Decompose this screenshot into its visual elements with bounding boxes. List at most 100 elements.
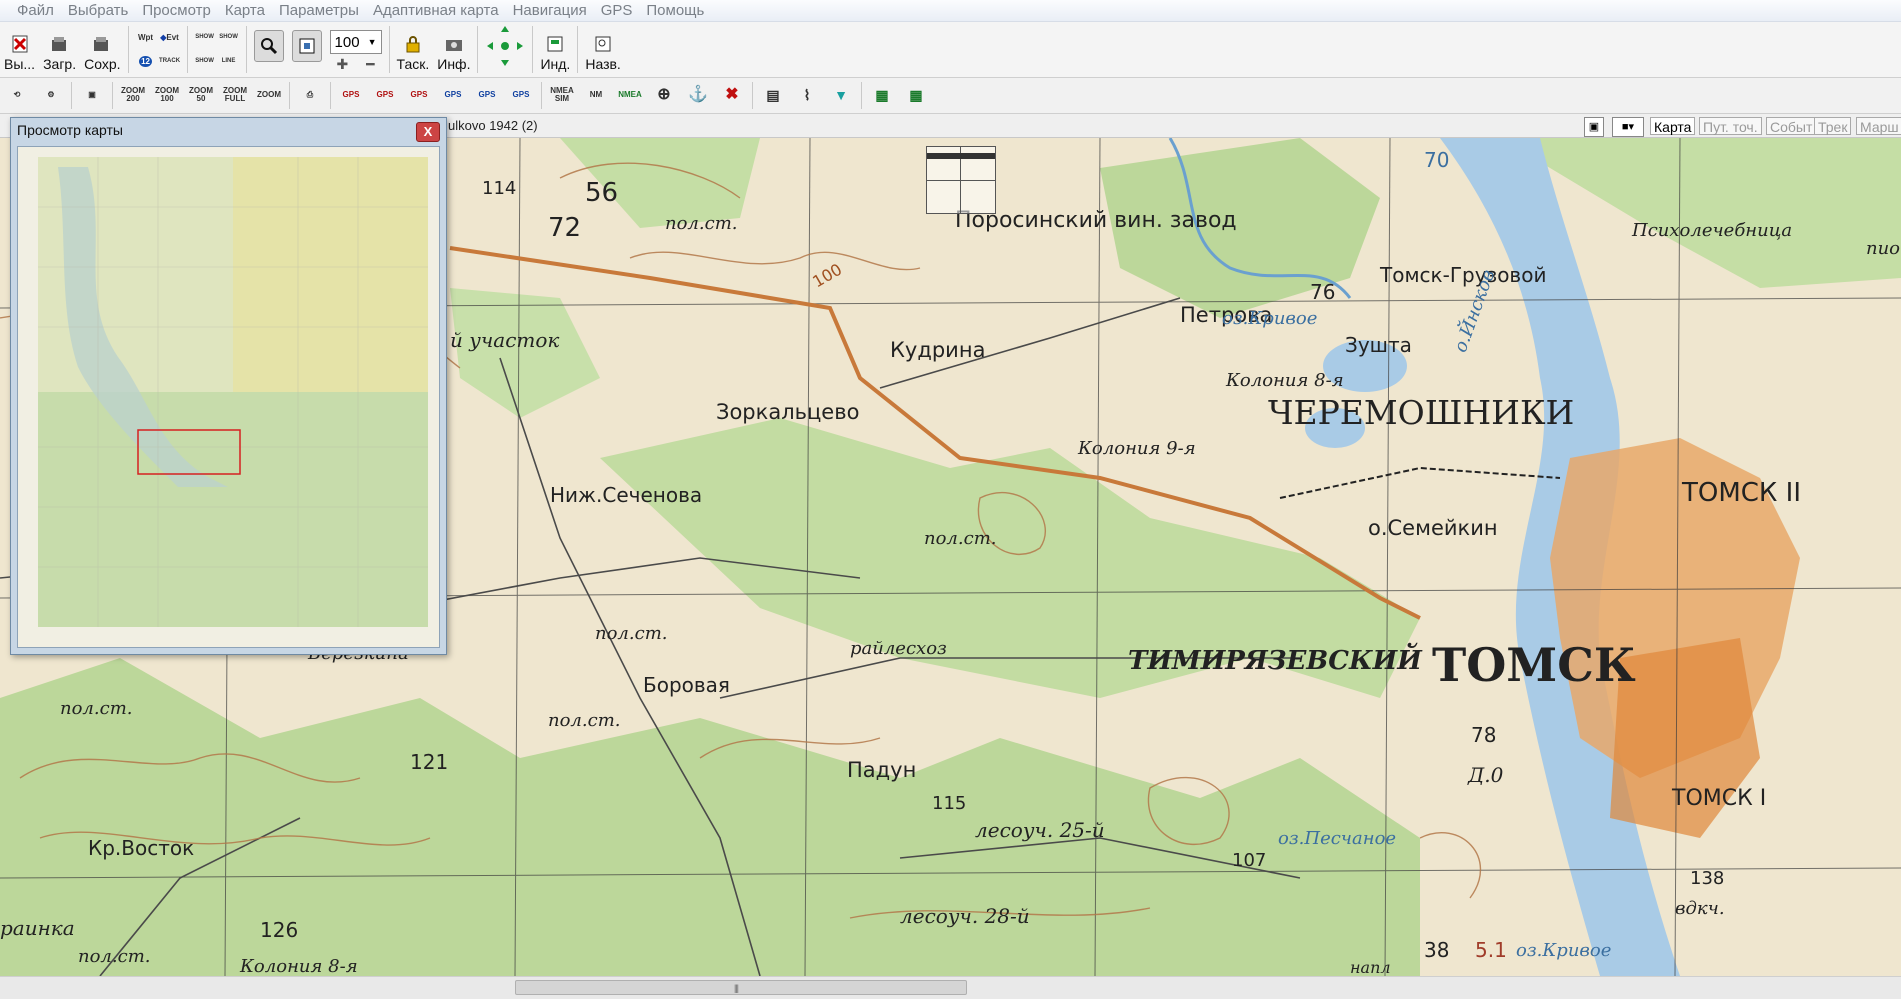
secondary-toolbar: ⟲ ⚙ ▣ ZOOM 200 ZOOM 100 ZOOM 50 ZOOM FUL… — [0, 78, 1901, 114]
index-button[interactable]: Инд. — [536, 22, 574, 77]
info-button[interactable]: Инф. — [433, 22, 474, 77]
zoom-level-control: 100 ▼ ✚ ━ — [326, 22, 386, 77]
map-title: ulkovo 1942 (2) — [448, 118, 538, 133]
show-waypoints-button[interactable]: SHOW — [194, 26, 216, 48]
zoom-out-icon[interactable]: ━ — [366, 56, 374, 73]
menu-map[interactable]: Карта — [218, 2, 272, 19]
refresh-icon[interactable]: ⟲ — [0, 78, 34, 112]
signal-icon[interactable]: ▼ — [824, 78, 858, 112]
chart-icon[interactable]: ▤ — [756, 78, 790, 112]
route-number-icon[interactable]: 12 — [135, 50, 157, 72]
gps-upload-tracks-button[interactable]: GPS — [504, 78, 538, 112]
menu-help[interactable]: Помощь — [639, 2, 711, 19]
map-label-38: 38 — [1424, 938, 1450, 962]
menu-gps[interactable]: GPS — [594, 2, 640, 19]
scrollbar-thumb[interactable]: ||| — [515, 980, 967, 995]
show-events-button[interactable]: SHOW — [218, 26, 240, 48]
zoom-level-select[interactable]: 100 ▼ — [329, 30, 382, 54]
separator — [127, 26, 129, 73]
zoom-button[interactable]: ZOOM — [252, 78, 286, 112]
anchor-icon[interactable]: ⚓ — [681, 78, 715, 112]
exit-icon — [10, 34, 30, 54]
menu-navigation[interactable]: Навигация — [506, 2, 594, 19]
pan-arrows-button[interactable] — [481, 22, 529, 77]
names-button[interactable]: Назв. — [581, 22, 625, 77]
save-button[interactable]: Сохр. — [80, 22, 124, 77]
zoom-full-button[interactable]: ZOOM FULL — [218, 78, 252, 112]
zoom-100-button[interactable]: ZOOM 100 — [150, 78, 184, 112]
separator — [541, 82, 542, 109]
overview-map[interactable] — [17, 146, 440, 648]
gps-tracks-button[interactable]: GPS — [402, 78, 436, 112]
map-label-nizh-sechenova: Ниж.Сеченова — [550, 483, 703, 507]
show-line-button[interactable]: LINE — [218, 50, 240, 72]
map-label-pol-st-6: пол.ст. — [78, 946, 151, 967]
overview-toggle-button[interactable] — [288, 22, 326, 77]
gps-routes-button[interactable]: GPS — [368, 78, 402, 112]
gps-upload-waypoints-button[interactable]: GPS — [436, 78, 470, 112]
map-label-114: 114 — [482, 178, 517, 199]
map-import-icon[interactable]: ▦ — [899, 78, 933, 112]
map-label-121: 121 — [410, 750, 449, 774]
map-label-pol-st-3: пол.ст. — [595, 623, 668, 644]
load-icon — [50, 34, 70, 54]
tab-events[interactable]: Событ — [1766, 117, 1817, 135]
load-button[interactable]: Загр. — [39, 22, 80, 77]
map-overview-window[interactable]: Просмотр карты X — [10, 117, 447, 655]
horizontal-scrollbar[interactable]: ||| — [0, 976, 1901, 999]
gps-upload-routes-button[interactable]: GPS — [470, 78, 504, 112]
exit-button[interactable]: Вы... — [0, 22, 39, 77]
separator — [532, 26, 534, 73]
waypoint-button[interactable]: Wpt — [135, 26, 157, 48]
zoom-50-button[interactable]: ZOOM 50 — [184, 78, 218, 112]
stop-icon[interactable]: ✖ — [715, 78, 749, 112]
zoom-200-button[interactable]: ZOOM 200 — [116, 78, 150, 112]
map-label-76: 76 — [1310, 280, 1336, 304]
map-label-vdkch: вдкч. — [1675, 898, 1725, 919]
graph-icon[interactable]: ⌇ — [790, 78, 824, 112]
tab-tracks[interactable]: Трек — [1814, 117, 1852, 135]
menu-view[interactable]: Просмотр — [135, 2, 218, 19]
menu-file[interactable]: Файл — [10, 2, 61, 19]
close-icon: X — [423, 124, 433, 139]
settings-icon[interactable]: ⚙ — [34, 78, 68, 112]
menu-parameters[interactable]: Параметры — [272, 2, 366, 19]
tab-routes[interactable]: Марш — [1856, 117, 1901, 135]
nm-button[interactable]: NM — [579, 78, 613, 112]
nmea-sim-button[interactable]: NMEA SIM — [545, 78, 579, 112]
map-label-oz-krivoe-2: оз.Кривое — [1516, 940, 1612, 961]
task-button[interactable]: Таск. — [393, 22, 434, 77]
lock-icon — [403, 34, 423, 54]
close-button[interactable]: X — [416, 122, 440, 142]
save-map-icon[interactable]: ■▾ — [1612, 117, 1644, 137]
map-position-widget[interactable] — [926, 146, 996, 214]
menu-select[interactable]: Выбрать — [61, 2, 135, 19]
menu-adaptive-map[interactable]: Адаптивная карта — [366, 2, 506, 19]
map-view-icon[interactable]: ▣ — [1584, 117, 1604, 137]
camera-icon — [444, 34, 464, 54]
print-icon[interactable]: ⎙ — [293, 78, 327, 112]
map-label-semeykin: о.Семейкин — [1368, 516, 1498, 540]
nmea-button[interactable]: NMEA — [613, 78, 647, 112]
map-label-51: 5.1 — [1475, 938, 1507, 962]
map-label-72: 72 — [548, 213, 582, 243]
map-label-tomsk-i: ТОМСК I — [1672, 786, 1767, 811]
tab-waypoints[interactable]: Пут. точ. — [1699, 117, 1762, 135]
gps-waypoints-button[interactable]: GPS — [334, 78, 368, 112]
zoom-in-icon[interactable]: ✚ — [336, 56, 348, 73]
load-label: Загр. — [43, 56, 77, 72]
map-label-138: 138 — [1690, 868, 1725, 889]
zoom-tool-button[interactable] — [250, 22, 288, 77]
show-track-button[interactable]: SHOW — [194, 50, 216, 72]
map-export-icon[interactable]: ▦ — [865, 78, 899, 112]
map-label-tomsk-gruzovoy: Томск-Грузовой — [1380, 263, 1547, 287]
save-icon — [92, 34, 112, 54]
screen-icon[interactable]: ▣ — [75, 78, 109, 112]
tab-map[interactable]: Карта — [1650, 117, 1696, 135]
overview-icon — [291, 30, 322, 62]
separator — [71, 82, 72, 109]
crosshair-icon[interactable]: ⊕ — [647, 78, 681, 112]
track-button[interactable]: TRACK — [159, 50, 181, 72]
exit-label: Вы... — [4, 56, 36, 72]
event-button[interactable]: ◆ Evt — [159, 26, 181, 48]
